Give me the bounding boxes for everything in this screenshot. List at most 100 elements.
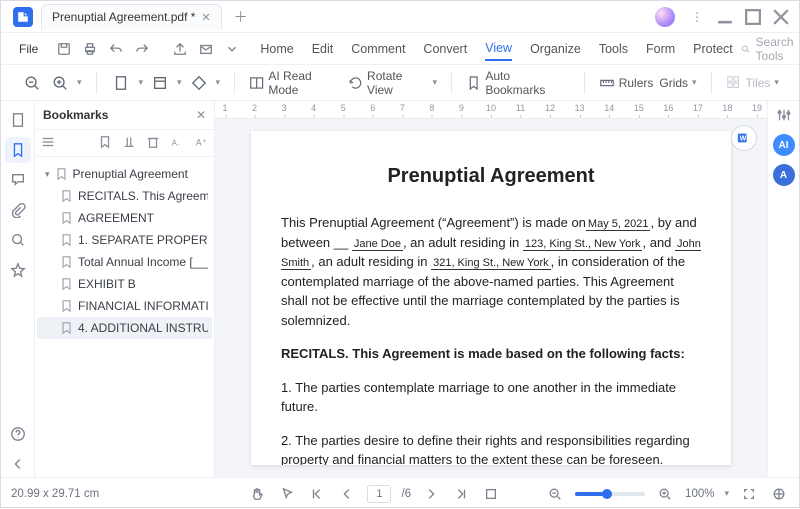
- prev-page-icon[interactable]: [337, 484, 357, 504]
- zoom-dropdown-status-icon[interactable]: ▾: [724, 488, 729, 499]
- last-page-icon[interactable]: [451, 484, 471, 504]
- background-icon[interactable]: [188, 72, 210, 94]
- bookmark-rename-icon[interactable]: [122, 135, 136, 152]
- doc-heading: Prenuptial Agreement: [281, 161, 701, 191]
- quick-icons: [54, 39, 152, 59]
- view-toolbar: ▾ ▾ ▾ ▾ AI Read Mode Rotate View▾ Auto B…: [1, 65, 799, 101]
- tree-item[interactable]: FINANCIAL INFORMATION: [37, 295, 212, 317]
- tab-edit[interactable]: Edit: [312, 38, 334, 60]
- document-viewport[interactable]: Prenuptial Agreement This Prenuptial Agr…: [215, 119, 767, 477]
- bookmark-expand-icon[interactable]: [41, 135, 55, 152]
- minimize-icon[interactable]: [713, 5, 737, 29]
- help-icon[interactable]: [5, 421, 31, 447]
- fullscreen-icon[interactable]: [739, 484, 759, 504]
- menu-file[interactable]: File: [9, 38, 48, 60]
- address2-field: 321, King St., New York: [431, 257, 551, 270]
- font-increase-icon[interactable]: A+: [194, 135, 208, 152]
- hand-tool-icon[interactable]: [247, 484, 267, 504]
- close-panel-icon[interactable]: ✕: [196, 108, 206, 122]
- close-tab-icon[interactable]: ✕: [201, 11, 210, 24]
- fit-page-icon[interactable]: [481, 484, 501, 504]
- page-layout-dropdown-icon[interactable]: ▾: [138, 77, 143, 88]
- page-input[interactable]: 1: [367, 485, 391, 503]
- svg-text:+: +: [203, 137, 207, 144]
- search-tools[interactable]: Search Tools: [741, 35, 799, 63]
- tab-convert[interactable]: Convert: [423, 38, 467, 60]
- read-mode-status-icon[interactable]: [769, 484, 789, 504]
- tab-protect[interactable]: Protect: [693, 38, 733, 60]
- bookmark-add-icon[interactable]: [98, 135, 112, 152]
- save-icon[interactable]: [54, 39, 74, 59]
- tree-root[interactable]: ▾ Prenuptial Agreement: [37, 163, 212, 185]
- zoom-out-icon[interactable]: [21, 72, 43, 94]
- share-icon[interactable]: [170, 39, 190, 59]
- ai-chip-alt[interactable]: A: [773, 164, 795, 186]
- zoom-slider[interactable]: [575, 492, 645, 496]
- page-size-label: 20.99 x 29.71 cm: [11, 488, 99, 500]
- tree-item[interactable]: RECITALS. This Agreement: [37, 185, 212, 207]
- bookmarks-icon[interactable]: [5, 137, 31, 163]
- page-display-dropdown-icon[interactable]: ▾: [177, 77, 182, 88]
- tab-tools[interactable]: Tools: [599, 38, 628, 60]
- page-display-icon[interactable]: [149, 72, 171, 94]
- tab-form[interactable]: Form: [646, 38, 675, 60]
- tiles-button[interactable]: Tiles▾: [726, 75, 779, 91]
- tab-organize[interactable]: Organize: [530, 38, 581, 60]
- tree-item[interactable]: EXHIBIT B: [37, 273, 212, 295]
- activity-bar: [1, 101, 35, 477]
- new-tab-button[interactable]: ＋: [230, 6, 252, 28]
- bookmark-delete-icon[interactable]: [146, 135, 160, 152]
- rotate-icon: [348, 75, 363, 91]
- next-page-icon[interactable]: [421, 484, 441, 504]
- fields-icon[interactable]: [5, 257, 31, 283]
- kebab-menu-icon[interactable]: ⋮: [685, 5, 709, 29]
- font-decrease-icon[interactable]: A-: [170, 135, 184, 152]
- zoom-in-status-icon[interactable]: [655, 484, 675, 504]
- tab-comment[interactable]: Comment: [351, 38, 405, 60]
- tab-view[interactable]: View: [485, 37, 512, 61]
- tree-item-selected[interactable]: 4. ADDITIONAL INSTRUME: [37, 317, 212, 339]
- undo-icon[interactable]: [106, 39, 126, 59]
- background-dropdown-icon[interactable]: ▾: [216, 77, 221, 88]
- tab-home[interactable]: Home: [260, 38, 293, 60]
- document-tab[interactable]: Prenuptial Agreement.pdf * ✕: [41, 4, 222, 30]
- zoom-in-icon[interactable]: [49, 72, 71, 94]
- svg-text:A: A: [172, 138, 178, 147]
- redo-icon[interactable]: [132, 39, 152, 59]
- ai-orb-icon[interactable]: [655, 7, 675, 27]
- attachments-icon[interactable]: [5, 197, 31, 223]
- comments-icon[interactable]: [5, 167, 31, 193]
- word-export-icon[interactable]: W: [731, 125, 757, 151]
- auto-bookmarks-button[interactable]: Auto Bookmarks: [466, 69, 570, 97]
- tree-item[interactable]: AGREEMENT: [37, 207, 212, 229]
- tree-item[interactable]: 1. SEPARATE PROPERTY.: [37, 229, 212, 251]
- first-page-icon[interactable]: [307, 484, 327, 504]
- settings-slider-icon[interactable]: [776, 107, 792, 126]
- zoom-dropdown-icon[interactable]: ▾: [77, 77, 82, 88]
- search-panel-icon[interactable]: [5, 227, 31, 253]
- close-window-icon[interactable]: [769, 5, 793, 29]
- date-field: May 5, 2021: [586, 218, 651, 231]
- thumbnails-icon[interactable]: [5, 107, 31, 133]
- ruler-icon: [599, 75, 615, 91]
- tree-item[interactable]: Total Annual Income [____: [37, 251, 212, 273]
- page-total: /6: [401, 488, 411, 500]
- ai-chip[interactable]: AI: [773, 134, 795, 156]
- zoom-out-status-icon[interactable]: [545, 484, 565, 504]
- bookmark-tree: ▾ Prenuptial Agreement RECITALS. This Ag…: [35, 157, 214, 345]
- chevron-down-icon[interactable]: [222, 39, 242, 59]
- grids-button[interactable]: Grids▾: [659, 76, 696, 90]
- rulers-button[interactable]: Rulers: [599, 75, 654, 91]
- party1-field: Jane Doe: [352, 238, 403, 251]
- select-tool-icon[interactable]: [277, 484, 297, 504]
- ai-read-mode-button[interactable]: AI Read Mode: [249, 69, 342, 97]
- panel-title: Bookmarks: [43, 108, 108, 122]
- maximize-icon[interactable]: [741, 5, 765, 29]
- collapse-panel-icon[interactable]: [5, 451, 31, 477]
- email-icon[interactable]: [196, 39, 216, 59]
- read-mode-icon: [249, 75, 264, 91]
- print-icon[interactable]: [80, 39, 100, 59]
- rotate-view-button[interactable]: Rotate View▾: [348, 69, 437, 97]
- bookmark-toolbar: A- A+: [35, 129, 214, 157]
- page-layout-icon[interactable]: [110, 72, 132, 94]
